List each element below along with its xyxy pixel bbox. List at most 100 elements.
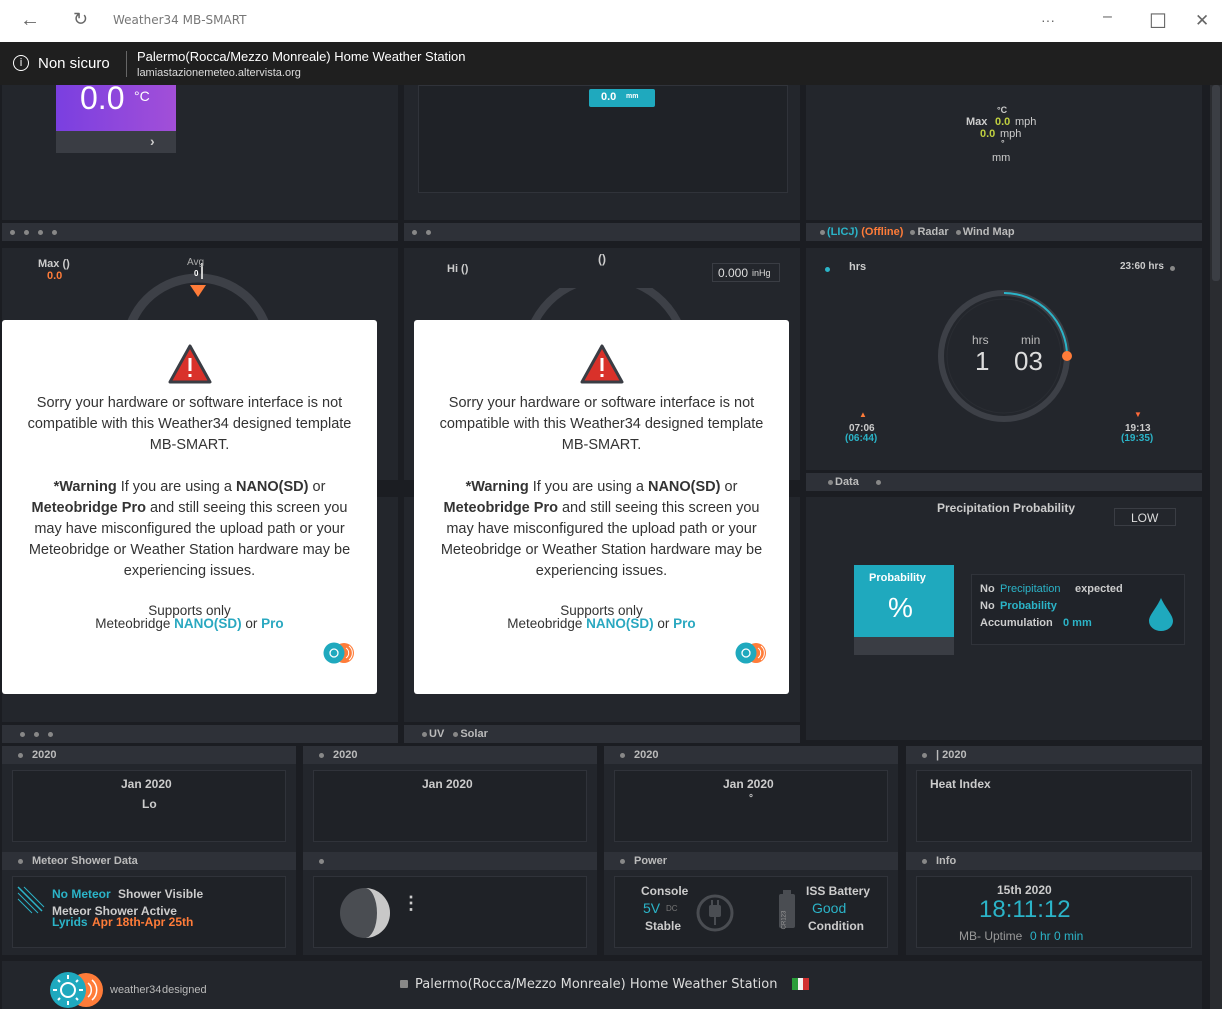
warning-icon [168,344,212,384]
plug-icon [696,894,734,932]
almanac-panel-3: 2020 Jan 2020 ° [604,746,898,856]
temperature-more[interactable]: › [56,131,176,153]
rain-badge-value: 0.0 [601,91,617,103]
windmap-link[interactable]: Wind Map [963,226,1015,238]
daylight-bar: Data [806,473,1202,491]
footer: weather34 designed Palermo(Rocca/Mezzo M… [2,961,1202,1009]
uv-link[interactable]: UV [429,728,444,740]
almanac-month: Jan 2020 [422,777,473,791]
indicator-dot [820,229,825,235]
power-box: Console 5V DC Stable CR123 ISS Battery G… [614,876,888,948]
back-arrow-icon[interactable]: ← [20,9,40,32]
modal-supports: Supports only Meteobridge NANO(SD) or Pr… [414,604,789,631]
pro-link[interactable]: Pro [673,616,696,631]
console-volt: 5V [643,900,661,916]
indicator-dot [18,858,23,864]
more-options-icon[interactable]: ··· [1041,12,1055,28]
almanac-month: Jan 2020 [723,777,774,791]
supports-or: or [245,616,258,631]
daylight-panel: hrs 23:60 hrs hrs min 1 03 ▲ 07:06 (06:4… [806,248,1202,470]
wind-avg-value: 0 [194,269,199,278]
moon-menu-icon[interactable]: ⋮ [402,893,420,914]
info-icon[interactable]: i [13,55,29,71]
probability-footer [854,637,954,655]
indicator-dot [319,752,324,758]
indicator-dot [922,752,927,758]
weather34-logo-small [323,642,354,664]
nano-link[interactable]: NANO(SD) [174,616,242,631]
wind-pointer-icon [190,285,206,297]
warn-text-2: or [720,479,738,495]
minimize-icon[interactable]: – [1103,8,1112,26]
close-icon[interactable]: ✕ [1195,11,1209,31]
nano-link[interactable]: NANO(SD) [586,616,654,631]
daylight-min-word: min [1021,333,1041,347]
moon-panel: ⋮ [303,852,597,955]
almanac-box-4: Heat Index [916,770,1192,842]
footer-station: Palermo(Rocca/Mezzo Monreale) Home Weath… [415,977,778,992]
precip-title: Precipitation Probability [937,501,1076,515]
degree-symbol: ° [1001,138,1005,148]
indicator-dot [825,267,830,272]
modal-message: Sorry your hardware or software interfac… [27,395,352,453]
temperature-bar [2,223,398,241]
pressure-value-box: 0.000 inHg [712,263,780,282]
pressure-center: () [598,252,606,266]
almanac-bar-2: 2020 [303,746,597,764]
weather34-logo[interactable] [48,971,106,1009]
page-url[interactable]: lamiastazionemeteo.altervista.org [137,67,301,79]
almanac-box-3: Jan 2020 ° [614,770,888,842]
precip-line3-a: Accumulation [980,617,1053,629]
incompatible-modal-left: Sorry your hardware or software interfac… [2,320,377,694]
console-stable: Stable [645,919,682,933]
precip-level: LOW [1131,511,1159,525]
modal-message: Sorry your hardware or software interfac… [439,395,764,453]
radar-link[interactable]: Radar [917,226,948,238]
precip-line3-b: 0 mm [1063,617,1092,629]
moon-box: ⋮ [313,876,587,948]
precip-line1-b: Precipitation [1000,583,1061,595]
meteor-line1-a: No Meteor [52,887,111,901]
webcam-bar: (LICJ) (Offline) Radar Wind Map [806,223,1202,241]
almanac-box-1: Jan 2020 Lo [12,770,286,842]
data-link[interactable]: Data [835,476,859,488]
unit-celsius: °C [997,105,1008,115]
scrollbar-thumb[interactable] [1212,85,1220,281]
indicator-dot [34,731,39,737]
indicator-dot [412,229,417,235]
uptime-value: 0 hr 0 min [1030,929,1084,943]
licj-link[interactable]: (LICJ) [827,226,858,238]
battery-label: CR123 [781,910,788,930]
precip-line1-a: No [980,583,995,595]
weather-dashboard: 0.0 °C › 0.0 mm °C Max 0.0 mph 0.0 mph °… [0,85,1210,1009]
indicator-dot [48,731,53,737]
almanac-year: 2020 [333,749,358,761]
wind-max-value: 0.0 [47,270,63,282]
daylight-hours: 1 [975,346,990,376]
page-scrollbar[interactable] [1210,85,1222,1009]
value2: 0.0 [980,128,996,140]
address-bar[interactable]: i Non sicuro Palermo(Rocca/Mezzo Monreal… [0,42,1222,85]
warn-prefix: *Warning [53,479,117,495]
maximize-icon[interactable]: ☐ [1149,9,1167,34]
power-panel: Power Console 5V DC Stable CR123 ISS Bat… [604,852,898,955]
warn-nano: NANO(SD) [647,479,721,495]
solar-link[interactable]: Solar [460,728,488,740]
security-status[interactable]: Non sicuro [38,55,110,72]
temperature-panel: 0.0 °C › [2,85,398,220]
info-box: 15th 2020 18:11:12 MB- Uptime 0 hr 0 min [916,876,1192,948]
pressure-hi-label: Hi () [447,263,469,275]
meteor-icon [17,886,45,914]
almanac-panel-4: | 2020 Heat Index [906,746,1202,856]
pro-link[interactable]: Pro [261,616,284,631]
probability-label: Probability [869,572,926,584]
indicator-dot [426,229,431,235]
indicator-dot [620,858,625,864]
refresh-icon[interactable]: ↻ [73,9,88,30]
chevron-right-icon[interactable]: › [150,133,155,149]
indicator-dot [20,731,25,737]
indicator-dot [1170,266,1175,271]
temperature-unit: °C [134,88,150,104]
uptime-label: MB- Uptime [959,929,1023,943]
precip-details-box: No Precipitation expected No Probability… [971,574,1185,645]
